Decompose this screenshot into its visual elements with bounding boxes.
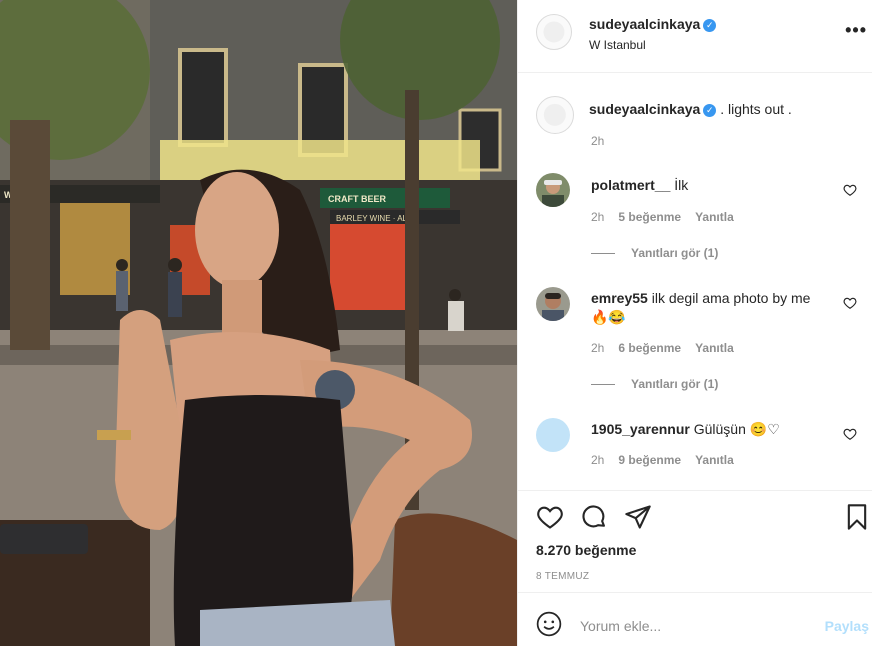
post-date[interactable]: 8 TEMMUZ bbox=[536, 571, 589, 582]
comment-avatar[interactable] bbox=[536, 287, 570, 321]
caption: sudeyaalcinkaya ✓ . lights out . bbox=[589, 101, 859, 117]
comment-username[interactable]: emrey55 bbox=[591, 290, 648, 306]
post-photo[interactable]: WEIZEN CRAFT BEER BARLEY WINE · ALE bbox=[0, 0, 517, 646]
replies-divider bbox=[591, 253, 615, 255]
post-header: sudeyaalcinkaya ✓ W Istanbul ••• bbox=[518, 0, 872, 73]
caption-avatar[interactable] bbox=[536, 96, 574, 134]
comment-likes[interactable]: 9 beğenme bbox=[618, 453, 681, 467]
verified-badge-icon: ✓ bbox=[703, 104, 717, 117]
caption-text: . lights out . bbox=[720, 101, 792, 117]
author-line: sudeyaalcinkaya ✓ bbox=[589, 16, 717, 34]
view-replies-2[interactable]: Yanıtları gör (1) bbox=[591, 377, 718, 391]
view-replies-1[interactable]: Yanıtları gör (1) bbox=[591, 246, 718, 260]
caption-time[interactable]: 2h bbox=[591, 134, 604, 148]
caption-username[interactable]: sudeyaalcinkaya bbox=[589, 101, 700, 117]
share-icon[interactable] bbox=[624, 503, 652, 531]
comment-text-2: emrey55 ilk degil ama photo by me 🔥😂 bbox=[591, 289, 821, 327]
comment-like-heart-icon[interactable] bbox=[843, 427, 857, 441]
comment-like-heart-icon[interactable] bbox=[843, 296, 857, 310]
comment-like-heart-icon[interactable] bbox=[843, 183, 857, 197]
likes-count[interactable]: 8.270 beğenme bbox=[536, 542, 636, 558]
comment-body: Gülüşün 😊♡ bbox=[693, 421, 780, 437]
comment-meta-1: 2h 5 beğenme Yanıtla bbox=[591, 210, 734, 224]
post-side-panel: sudeyaalcinkaya ✓ W Istanbul ••• sudeyaal… bbox=[517, 0, 872, 646]
comment-time[interactable]: 2h bbox=[591, 210, 604, 224]
comment-time[interactable]: 2h bbox=[591, 341, 604, 355]
emoji-icon[interactable] bbox=[536, 611, 562, 637]
comment-text-1: polatmert__ İlk bbox=[591, 176, 821, 195]
reply-button[interactable]: Yanıtla bbox=[695, 210, 734, 224]
reply-button[interactable]: Yanıtla bbox=[695, 453, 734, 467]
comment-text-3: 1905_yarennur Gülüşün 😊♡ bbox=[591, 420, 821, 439]
comment-meta-2: 2h 6 beğenme Yanıtla bbox=[591, 341, 734, 355]
bookmark-icon[interactable] bbox=[843, 503, 871, 531]
post-location[interactable]: W Istanbul bbox=[589, 38, 646, 52]
author-avatar[interactable] bbox=[536, 14, 572, 50]
comment-body: İlk bbox=[674, 177, 689, 193]
author-username[interactable]: sudeyaalcinkaya bbox=[589, 16, 700, 32]
photo-image: WEIZEN CRAFT BEER BARLEY WINE · ALE bbox=[0, 0, 517, 646]
comment-likes[interactable]: 5 beğenme bbox=[618, 210, 681, 224]
more-options-icon[interactable]: ••• bbox=[845, 20, 867, 41]
comment-time[interactable]: 2h bbox=[591, 453, 604, 467]
comment-icon[interactable] bbox=[580, 503, 608, 531]
heart-icon[interactable] bbox=[536, 503, 564, 531]
comment-avatar[interactable] bbox=[536, 418, 570, 452]
view-replies-label[interactable]: Yanıtları gör (1) bbox=[631, 246, 718, 260]
sign-barley: BARLEY WINE · ALE bbox=[336, 214, 412, 223]
post-comment-button[interactable]: Paylaş bbox=[825, 618, 869, 634]
comment-likes[interactable]: 6 beğenme bbox=[618, 341, 681, 355]
comment-username[interactable]: polatmert__ bbox=[591, 177, 670, 193]
comment-input[interactable]: Yorum ekle... bbox=[580, 618, 661, 634]
view-replies-label[interactable]: Yanıtları gör (1) bbox=[631, 377, 718, 391]
comment-avatar[interactable] bbox=[536, 173, 570, 207]
comment-meta-3: 2h 9 beğenme Yanıtla bbox=[591, 453, 734, 467]
add-comment-bar: Yorum ekle... Paylaş bbox=[518, 592, 872, 647]
replies-divider bbox=[591, 384, 615, 386]
verified-badge-icon: ✓ bbox=[703, 19, 717, 32]
reply-button[interactable]: Yanıtla bbox=[695, 341, 734, 355]
comment-username[interactable]: 1905_yarennur bbox=[591, 421, 690, 437]
sign-craft-beer: CRAFT BEER bbox=[328, 194, 386, 204]
post-actions: 8.270 beğenme 8 TEMMUZ bbox=[518, 490, 872, 591]
